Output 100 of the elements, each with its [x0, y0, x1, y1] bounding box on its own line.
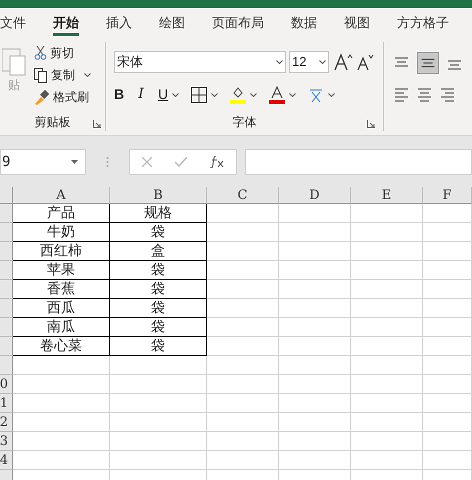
- align-top-icon[interactable]: [394, 56, 409, 70]
- ribbon-tab[interactable]: 页面布局: [212, 10, 264, 36]
- cut-button[interactable]: 剪切: [34, 44, 91, 62]
- table-cell: 袋: [110, 261, 207, 280]
- table-cell: 袋: [110, 223, 207, 242]
- row-header[interactable]: [0, 318, 13, 337]
- formula-input[interactable]: [245, 149, 472, 175]
- column-header[interactable]: D: [279, 187, 351, 204]
- underline-button[interactable]: U: [158, 84, 168, 105]
- empty-cell: [279, 356, 351, 375]
- ribbon-tab[interactable]: 方方格子: [397, 10, 449, 36]
- empty-cell: [423, 337, 472, 356]
- copy-button[interactable]: 复制: [34, 66, 91, 84]
- ribbon-tab[interactable]: 插入: [106, 10, 132, 36]
- caret-icon: [250, 92, 257, 96]
- dialog-launcher-icon[interactable]: [367, 120, 375, 128]
- empty-cell: [423, 375, 472, 394]
- empty-cell: [351, 204, 423, 223]
- empty-cell: [207, 432, 279, 451]
- align-right-icon[interactable]: [440, 88, 455, 102]
- group-label: 剪贴板: [34, 114, 70, 131]
- row-header[interactable]: 3: [0, 432, 13, 451]
- font-color-icon[interactable]: [269, 86, 285, 104]
- dropdown-icon: [71, 160, 78, 164]
- table-cell: 牛奶: [13, 223, 110, 242]
- increase-font-size-icon[interactable]: [334, 53, 354, 71]
- select-all-corner[interactable]: [0, 187, 13, 204]
- row-header[interactable]: [0, 242, 13, 261]
- empty-cell: [207, 375, 279, 394]
- empty-cell: [351, 451, 423, 470]
- empty-cell: [279, 337, 351, 356]
- ribbon-tab[interactable]: 数据: [291, 10, 317, 36]
- borders-icon[interactable]: [191, 86, 207, 102]
- empty-cell: [279, 318, 351, 337]
- ribbon-tab[interactable]: 绘图: [159, 10, 185, 36]
- row-header[interactable]: 2: [0, 413, 13, 432]
- empty-cell: [279, 261, 351, 280]
- empty-cell: [351, 356, 423, 375]
- table-cell: 袋: [110, 318, 207, 337]
- empty-cell: [351, 261, 423, 280]
- bold-button[interactable]: B: [114, 84, 124, 105]
- font-name-field[interactable]: 宋体: [114, 51, 286, 73]
- decrease-font-size-icon[interactable]: [357, 53, 375, 71]
- empty-cell: [207, 299, 279, 318]
- row-header[interactable]: [0, 261, 13, 280]
- italic-button[interactable]: I: [136, 84, 146, 105]
- column-header[interactable]: F: [423, 187, 472, 204]
- empty-cell: [423, 318, 472, 337]
- empty-cell: [423, 299, 472, 318]
- font-size-field[interactable]: 12: [289, 51, 329, 73]
- row-header[interactable]: 4: [0, 451, 13, 470]
- caret-icon: [84, 73, 91, 77]
- empty-cell: [207, 337, 279, 356]
- row-header[interactable]: 1: [0, 394, 13, 413]
- format-painter-button[interactable]: 格式刷: [34, 88, 91, 106]
- align-left-icon[interactable]: [394, 88, 409, 102]
- row-header[interactable]: [0, 204, 13, 223]
- align-center-icon[interactable]: [417, 88, 432, 102]
- dialog-launcher-icon[interactable]: [93, 120, 101, 128]
- empty-cell: [279, 299, 351, 318]
- check-icon[interactable]: [174, 157, 187, 167]
- empty-cell: [423, 451, 472, 470]
- empty-cell: [423, 394, 472, 413]
- empty-cell: [423, 280, 472, 299]
- empty-cell: [423, 223, 472, 242]
- empty-cell: [207, 204, 279, 223]
- column-header[interactable]: E: [351, 187, 423, 204]
- column-header[interactable]: A: [13, 187, 110, 204]
- ribbon-tab[interactable]: 视图: [344, 10, 370, 36]
- column-header[interactable]: C: [207, 187, 279, 204]
- name-box[interactable]: 9: [0, 149, 86, 175]
- table-cell: 南瓜: [13, 318, 110, 337]
- row-header[interactable]: [0, 280, 13, 299]
- function-icon[interactable]: [210, 156, 224, 168]
- empty-cell: [351, 242, 423, 261]
- fill-color-icon[interactable]: [230, 86, 246, 104]
- row-header[interactable]: [0, 356, 13, 375]
- empty-cell: [351, 413, 423, 432]
- empty-cell: [207, 394, 279, 413]
- ribbon-tab[interactable]: 文件: [0, 10, 26, 36]
- empty-cell: [351, 318, 423, 337]
- table-cell: 西红柿: [13, 242, 110, 261]
- group-label: 字体: [232, 114, 256, 131]
- table-cell: 盒: [110, 242, 207, 261]
- empty-cell: [351, 432, 423, 451]
- empty-cell: [207, 223, 279, 242]
- clipboard-icon: [2, 46, 26, 76]
- empty-cell: [279, 280, 351, 299]
- table-cell: 西瓜: [13, 299, 110, 318]
- column-header[interactable]: B: [110, 187, 207, 204]
- empty-cell: [423, 432, 472, 451]
- empty-cell: [207, 261, 279, 280]
- copy-icon: [34, 68, 48, 82]
- table-cell: 袋: [110, 280, 207, 299]
- align-middle-icon[interactable]: [417, 52, 439, 74]
- row-header[interactable]: 0: [0, 375, 13, 394]
- empty-cell: [279, 394, 351, 413]
- row-header[interactable]: [0, 337, 13, 356]
- row-header[interactable]: [0, 299, 13, 318]
- row-header[interactable]: [0, 223, 13, 242]
